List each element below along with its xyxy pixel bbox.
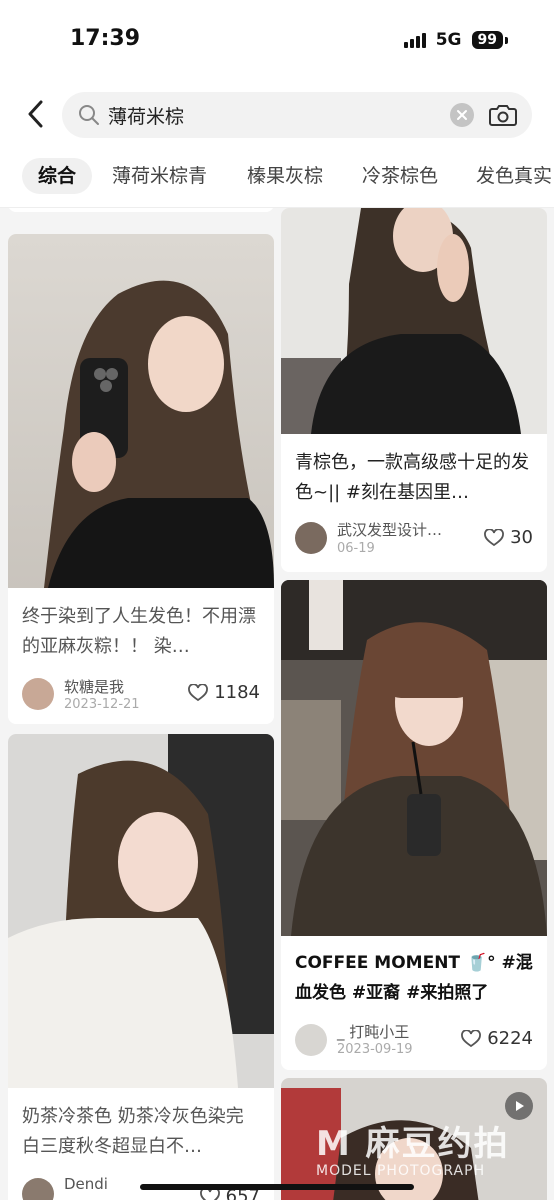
- post-title: COFFEE MOMENT 🥤° #混血发色 #亚裔 #来拍照了: [295, 953, 533, 1003]
- post-image: [8, 234, 274, 588]
- post-image: [281, 208, 547, 434]
- back-button[interactable]: [20, 96, 50, 132]
- battery-icon: 99: [471, 31, 503, 49]
- like-button[interactable]: 1184: [188, 682, 260, 703]
- status-indicators: 5G 99: [403, 30, 508, 50]
- results-feed: 05-22 终于染到了人生发色！不用漂的亚麻灰粽！！ 染… 软糖是我 2023-…: [0, 208, 554, 1200]
- post-card-2[interactable]: 青棕色，一款高级感十足的发色~|| #刻在基因里… 武汉发型设计… 06-19 …: [281, 208, 547, 572]
- like-count: 30: [510, 527, 533, 548]
- tab-mint-brown-cyan[interactable]: 薄荷米棕青: [112, 158, 207, 194]
- status-bar: 17:39 5G 99: [0, 0, 554, 82]
- search-header: 薄荷米棕: [0, 82, 554, 146]
- like-button[interactable]: 6224: [461, 1028, 533, 1049]
- post-date: 2023-12-21: [64, 697, 140, 712]
- camera-search-icon[interactable]: [488, 101, 518, 129]
- search-icon: [79, 105, 99, 125]
- heart-icon: [188, 683, 209, 701]
- post-title: 青棕色，一款高级感十足的发色~|| #刻在基因里…: [295, 452, 529, 503]
- avatar: [22, 678, 54, 710]
- avatar: [22, 1178, 54, 1200]
- post-card-4[interactable]: 奶茶冷茶色 奶茶冷灰色染完白三度秋冬超显白不… Dendi 657: [8, 734, 274, 1200]
- avatar: [295, 522, 327, 554]
- like-count: 6224: [487, 1028, 533, 1049]
- author-name: Dendi: [64, 1175, 108, 1193]
- post-date: 06-19: [337, 541, 375, 556]
- heart-icon: [484, 528, 504, 546]
- post-card-1[interactable]: 终于染到了人生发色！不用漂的亚麻灰粽！！ 染… 软糖是我 2023-12-21 …: [8, 234, 274, 724]
- partial-card[interactable]: 05-22: [8, 208, 274, 212]
- post-title: 奶茶冷茶色 奶茶冷灰色染完白三度秋冬超显白不…: [22, 1106, 244, 1157]
- back-arrow-icon: [28, 100, 43, 128]
- tab-real-hair-color[interactable]: 发色真实: [476, 158, 552, 194]
- author-name: _ 打盹小王: [337, 1023, 410, 1041]
- like-count: 1184: [214, 682, 260, 703]
- author-name: 武汉发型设计…: [337, 521, 443, 539]
- post-date: 2023-09-19: [337, 1042, 413, 1057]
- post-photo-coffee-shop: [281, 580, 547, 936]
- like-button[interactable]: 30: [484, 527, 533, 548]
- post-title: 终于染到了人生发色！不用漂的亚麻灰粽！！ 染…: [22, 606, 256, 657]
- battery-tip: [505, 36, 508, 44]
- tab-hazelnut-grey-brown[interactable]: 榛果灰棕: [247, 158, 323, 194]
- filter-tabs: 综合 薄荷米棕青 榛果灰棕 冷茶棕色 发色真实: [0, 146, 554, 208]
- tab-cold-tea-brown[interactable]: 冷茶棕色: [362, 158, 438, 194]
- author-name: 软糖是我: [64, 678, 125, 696]
- tab-comprehensive[interactable]: 综合: [22, 158, 93, 194]
- post-image: [8, 734, 274, 1088]
- heart-icon: [461, 1029, 482, 1047]
- post-photo-mirror-selfie: [8, 234, 274, 588]
- status-time: 17:39: [70, 26, 141, 51]
- signal-icon: [403, 32, 426, 48]
- post-card-5[interactable]: [281, 1078, 547, 1200]
- home-indicator[interactable]: [140, 1184, 414, 1190]
- post-card-3[interactable]: COFFEE MOMENT 🥤° #混血发色 #亚裔 #来拍照了 _ 打盹小王 …: [281, 580, 547, 1070]
- video-play-icon: [505, 1092, 533, 1120]
- avatar: [295, 1024, 327, 1056]
- network-type: 5G: [435, 30, 462, 50]
- post-photo-milk-tea-hair: [8, 734, 274, 1088]
- search-query: 薄荷米棕: [108, 106, 185, 128]
- search-input[interactable]: 薄荷米棕: [62, 92, 532, 138]
- close-icon: [457, 110, 467, 120]
- post-photo-green-brown-hair: [281, 208, 547, 434]
- clear-search-button[interactable]: [450, 103, 474, 127]
- post-image: [281, 580, 547, 936]
